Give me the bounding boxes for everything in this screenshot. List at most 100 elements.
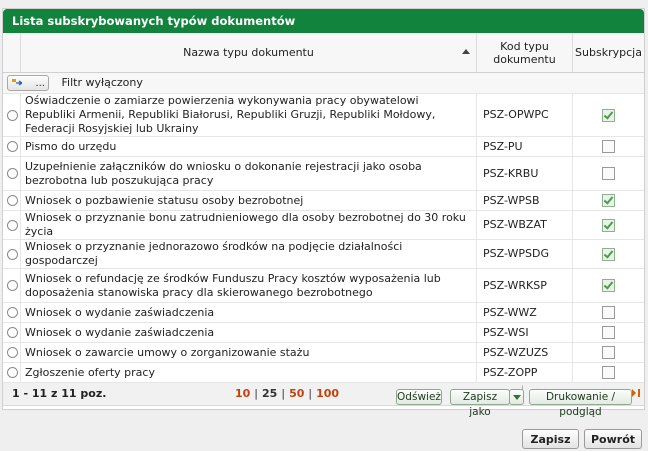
column-code-label-line1: Kod typu [500, 39, 549, 53]
subscription-cell [572, 239, 644, 269]
row-select-cell [3, 342, 21, 363]
column-code-label-line2: dokumentu [493, 52, 556, 66]
table-row[interactable]: Wniosek o refundację ze środków Funduszu… [3, 268, 644, 303]
page-size-100[interactable]: 100 [316, 387, 339, 400]
filter-button[interactable]: ... [7, 75, 49, 91]
documents-table: Nazwa typu dokumentu Kod typu dokumentu … [3, 33, 644, 383]
document-type-name: Pismo do urzędu [20, 136, 477, 157]
table-row[interactable]: Wniosek o zawarcie umowy o zorganizowani… [3, 342, 644, 363]
row-select-cell [3, 93, 21, 137]
document-type-name: Uzupełnienie załączników do wniosku o do… [20, 156, 477, 191]
save-as-dropdown-icon[interactable] [509, 389, 524, 405]
table-row[interactable]: Wniosek o przyznanie jednorazowo środków… [3, 239, 644, 269]
column-header-code[interactable]: Kod typu dokumentu [476, 33, 573, 73]
subscription-cell [572, 210, 644, 240]
document-type-code: PSZ-WRKSP [476, 268, 573, 303]
document-type-code: PSZ-WPSDG [476, 239, 573, 269]
page-size-10[interactable]: 10 [235, 387, 250, 400]
back-button[interactable]: Powrót [584, 429, 642, 449]
document-type-name: Wniosek o pozbawienie statusu osoby bezr… [20, 190, 477, 211]
subscription-cell [572, 136, 644, 157]
documents-panel: Lista subskrybowanych typów dokumentów N… [2, 8, 645, 418]
subscription-checkbox[interactable] [602, 366, 615, 379]
row-radio[interactable] [6, 195, 18, 206]
document-type-code: PSZ-OPWPC [476, 93, 573, 137]
subscription-cell [572, 342, 644, 363]
document-type-name: Wniosek o wydanie zaświadczenia [20, 302, 477, 323]
row-radio[interactable] [6, 327, 18, 338]
filter-icon [12, 79, 22, 86]
document-type-name: Wniosek o wydanie zaświadczenia [20, 322, 477, 343]
document-type-name: Wniosek o przyznanie bonu zatrudnieniowe… [20, 210, 477, 240]
subscription-checkbox[interactable] [602, 218, 615, 232]
subscription-checkbox[interactable] [602, 194, 615, 207]
table-row[interactable]: Wniosek o wydanie zaświadczenia PSZ-WSI [3, 322, 644, 343]
subscription-checkbox[interactable] [602, 167, 615, 180]
row-radio[interactable] [6, 367, 18, 378]
row-radio[interactable] [6, 347, 18, 358]
document-type-code: PSZ-KRBU [476, 156, 573, 191]
row-select-cell [3, 302, 21, 323]
column-header-subscription[interactable]: Subskrypcja [572, 33, 644, 73]
refresh-button[interactable]: Odśwież [396, 389, 442, 405]
subscription-checkbox[interactable] [602, 108, 615, 122]
page-size-25[interactable]: 25 [262, 387, 277, 400]
subscription-cell [572, 302, 644, 323]
subscription-checkbox[interactable] [602, 306, 615, 319]
subscription-cell [572, 156, 644, 191]
table-row[interactable]: Zgłoszenie oferty pracy PSZ-ZOPP [3, 362, 644, 383]
table-row[interactable]: Uzupełnienie załączników do wniosku o do… [3, 156, 644, 191]
document-type-name: Wniosek o refundację ze środków Funduszu… [20, 268, 477, 303]
filter-row: ... Filtr wyłączony [3, 72, 644, 94]
row-select-cell [3, 136, 21, 157]
save-button[interactable]: Zapisz [522, 429, 579, 449]
subscription-checkbox[interactable] [602, 279, 615, 292]
column-header-name[interactable]: Nazwa typu dokumentu [20, 33, 477, 73]
save-as-button[interactable]: Zapisz jako [450, 389, 510, 418]
table-row[interactable]: Wniosek o pozbawienie statusu osoby bezr… [3, 190, 644, 211]
subscription-checkbox[interactable] [602, 326, 615, 339]
row-radio[interactable] [6, 219, 18, 231]
table-row[interactable]: Oświadczenie o zamiarze powierzenia wyko… [3, 93, 644, 137]
document-type-code: PSZ-WWZ [476, 302, 573, 323]
panel-title: Lista subskrybowanych typów dokumentów [3, 9, 644, 33]
document-type-name: Zgłoszenie oferty pracy [20, 362, 477, 383]
row-radio[interactable] [6, 307, 18, 318]
filter-status-label: Filtr wyłączony [61, 76, 143, 89]
page-size-separator: | [308, 387, 313, 400]
document-type-code: PSZ-WPSB [476, 190, 573, 211]
row-radio[interactable] [6, 248, 18, 260]
document-type-code: PSZ-ZOPP [476, 362, 573, 383]
subscription-cell [572, 190, 644, 211]
row-select-cell [3, 362, 21, 383]
document-type-code: PSZ-PU [476, 136, 573, 157]
sort-ascending-icon [462, 49, 470, 54]
row-radio[interactable] [6, 109, 18, 121]
select-column-header [3, 33, 21, 73]
table-row[interactable]: Wniosek o wydanie zaświadczenia PSZ-WWZ [3, 302, 644, 323]
row-select-cell [3, 190, 21, 211]
document-type-code: PSZ-WZUZS [476, 342, 573, 363]
subscription-checkbox[interactable] [602, 346, 615, 359]
row-radio[interactable] [6, 168, 18, 179]
page-size-separator: | [254, 387, 259, 400]
document-type-name: Wniosek o przyznanie jednorazowo środków… [20, 239, 477, 269]
last-page-icon[interactable] [631, 388, 641, 398]
table-row[interactable]: Wniosek o przyznanie bonu zatrudnieniowe… [3, 210, 644, 240]
table-row[interactable]: Pismo do urzędu PSZ-PU [3, 136, 644, 157]
subscription-cell [572, 362, 644, 383]
row-select-cell [3, 322, 21, 343]
subscription-checkbox[interactable] [602, 247, 615, 261]
row-radio[interactable] [6, 280, 18, 291]
page-size-separator: | [281, 387, 286, 400]
subscription-cell [572, 268, 644, 303]
row-select-cell [3, 239, 21, 269]
row-radio[interactable] [6, 141, 18, 152]
subscription-cell [572, 93, 644, 137]
record-count: 1 - 11 z 11 poz. [12, 387, 107, 400]
print-preview-button[interactable]: Drukowanie / podgląd [529, 389, 632, 418]
page-size-50[interactable]: 50 [289, 387, 304, 400]
subscription-checkbox[interactable] [602, 140, 615, 153]
document-type-code: PSZ-WBZAT [476, 210, 573, 240]
subscription-cell [572, 322, 644, 343]
